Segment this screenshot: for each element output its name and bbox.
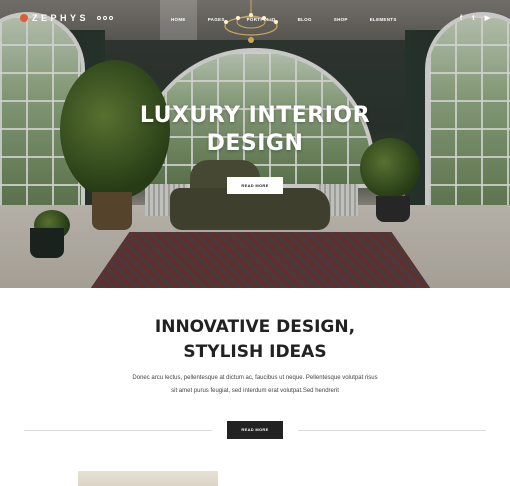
section-title-line1: INNOVATIVE DESIGN, (154, 317, 356, 337)
hero-read-more-button[interactable]: READ MORE (227, 177, 283, 194)
social-links: f t ▶ (460, 15, 490, 23)
facebook-icon[interactable]: f (460, 15, 462, 23)
hero-title: LUXURY INTERIOR DESIGN (0, 102, 510, 158)
nav-item-pages[interactable]: PAGES (197, 0, 236, 40)
intro-read-more-button[interactable]: READ MORE (227, 421, 283, 439)
section-text-line2: sit amet purus feugiat, sed interdum era… (171, 388, 339, 394)
logo-mark-icon (20, 14, 28, 22)
nav-item-elements[interactable]: ELEMENTS (359, 0, 408, 40)
section-text-line1: Donec arcu lectus, pellentesque at dictu… (132, 375, 378, 381)
hero-title-line2: DESIGN (206, 131, 304, 156)
top-navigation: ZEPHYS HOME PAGES PORTFOLIO BLOG SHOP EL… (0, 0, 510, 40)
logo-text: ZEPHYS (32, 13, 90, 23)
section-title-line2: STYLISH IDEAS (183, 342, 327, 362)
menu-dots-icon[interactable] (97, 16, 113, 20)
section-title: INNOVATIVE DESIGN, STYLISH IDEAS (0, 315, 510, 365)
gallery-thumbnail[interactable] (78, 471, 218, 486)
nav-item-home[interactable]: HOME (160, 0, 197, 40)
nav-item-portfolio[interactable]: PORTFOLIO (236, 0, 287, 40)
nav-item-blog[interactable]: BLOG (287, 0, 323, 40)
hero-title-line1: LUXURY INTERIOR (139, 103, 371, 128)
logo[interactable]: ZEPHYS (20, 13, 89, 23)
twitter-icon[interactable]: t (472, 15, 474, 23)
divider-left (24, 430, 212, 431)
youtube-icon[interactable]: ▶ (485, 15, 490, 23)
divider-right (298, 430, 486, 431)
hero-image: LUXURY INTERIOR DESIGN READ MORE (0, 0, 510, 288)
main-nav: HOME PAGES PORTFOLIO BLOG SHOP ELEMENTS (160, 0, 408, 40)
nav-item-shop[interactable]: SHOP (323, 0, 359, 40)
section-description: Donec arcu lectus, pellentesque at dictu… (130, 372, 380, 398)
